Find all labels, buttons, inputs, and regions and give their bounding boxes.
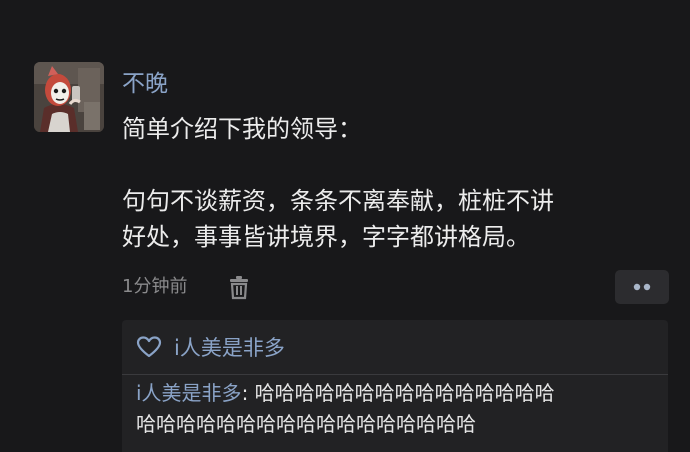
post-text-line: 句句不谈薪资，条条不离奉献，桩桩不讲 xyxy=(122,187,554,215)
heart-icon xyxy=(136,336,162,358)
post-content: 简单介绍下我的领导： 句句不谈薪资，条条不离奉献，桩桩不讲 好处，事事皆讲境界，… xyxy=(122,111,667,255)
likes-row: i人美是非多 xyxy=(136,330,285,364)
comment-line: i人美是非多: 哈哈哈哈哈哈哈哈哈哈哈哈哈哈哈 xyxy=(136,378,662,409)
interaction-panel: i人美是非多 i人美是非多: 哈哈哈哈哈哈哈哈哈哈哈哈哈哈哈 哈哈哈哈哈哈哈哈哈… xyxy=(122,320,668,452)
more-dots-icon xyxy=(633,283,651,291)
comment-author[interactable]: i人美是非多 xyxy=(136,381,242,405)
comment-separator: : xyxy=(241,381,255,405)
like-user-name[interactable]: i人美是非多 xyxy=(174,332,285,362)
post-username[interactable]: 不晚 xyxy=(122,68,168,100)
avatar[interactable] xyxy=(34,62,104,132)
post-timestamp: 1分钟前 xyxy=(122,276,188,297)
comment-line: 哈哈哈哈哈哈哈哈哈哈哈哈哈哈哈哈哈 xyxy=(136,412,476,436)
comment-item[interactable]: i人美是非多: 哈哈哈哈哈哈哈哈哈哈哈哈哈哈哈 哈哈哈哈哈哈哈哈哈哈哈哈哈哈哈哈… xyxy=(136,378,662,440)
post-text-line: 好处，事事皆讲境界，字字都讲格局。 xyxy=(122,223,530,251)
divider xyxy=(122,374,668,375)
more-button[interactable] xyxy=(615,270,669,304)
post-text-line: 简单介绍下我的领导： xyxy=(122,115,362,143)
moments-post: 不晚 简单介绍下我的领导： 句句不谈薪资，条条不离奉献，桩桩不讲 好处，事事皆讲… xyxy=(0,0,690,452)
trash-icon[interactable] xyxy=(228,274,250,300)
comment-text: 哈哈哈哈哈哈哈哈哈哈哈哈哈哈哈 xyxy=(254,381,555,405)
avatar-image xyxy=(34,62,104,132)
